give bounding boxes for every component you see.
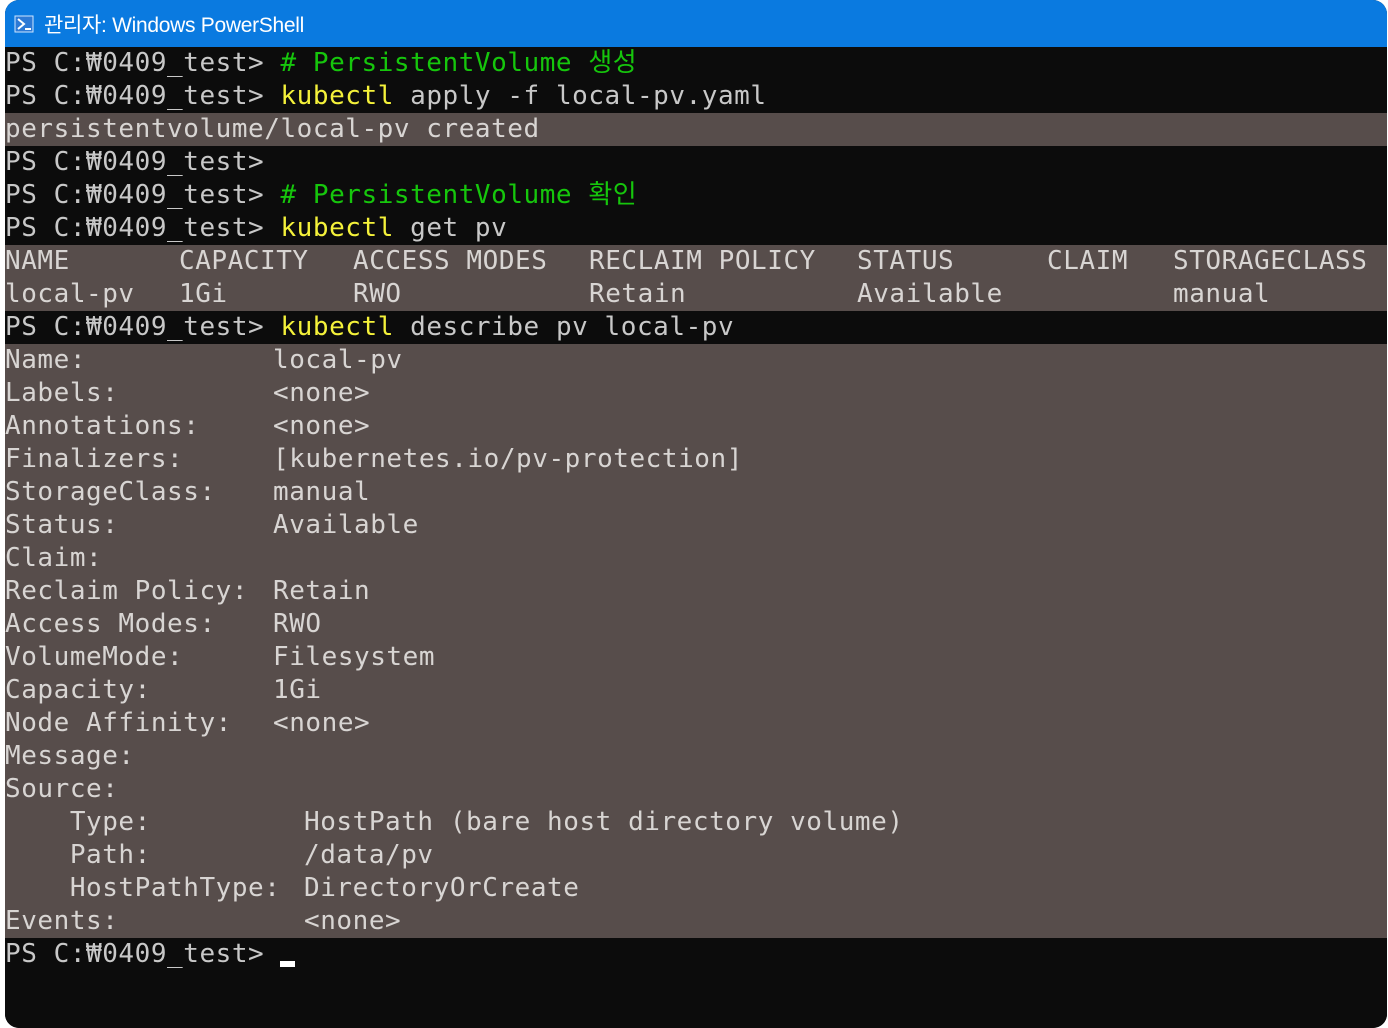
describe-line: Claim:	[5, 542, 1387, 575]
source-line: Path: /data/pv	[5, 839, 1387, 872]
describe-line: Node Affinity: <none>	[5, 707, 1387, 740]
table-header-cell: CAPACITY	[179, 246, 309, 276]
source-value: HostPath (bare host directory volume)	[304, 807, 904, 837]
describe-line: StorageClass: manual	[5, 476, 1387, 509]
table-cell: Available	[857, 279, 1003, 309]
source-key: HostPathType:	[5, 873, 281, 903]
describe-key: StorageClass:	[5, 477, 216, 507]
describe-value: 1Gi	[273, 675, 322, 705]
table-header-cell: STATUS	[857, 246, 955, 276]
describe-line: Message:	[5, 740, 1387, 773]
describe-line: VolumeMode: Filesystem	[5, 641, 1387, 674]
prompt: PS C:₩0409_test>	[5, 180, 281, 210]
describe-key: Reclaim Policy:	[5, 576, 249, 606]
table-cell: local-pv	[5, 279, 135, 309]
describe-value: RWO	[273, 609, 322, 639]
describe-key: Annotations:	[5, 411, 200, 441]
console-line: PS C:₩0409_test> kubectl apply -f local-…	[5, 80, 1387, 113]
events-value: <none>	[304, 906, 402, 936]
describe-key: Name:	[5, 345, 87, 375]
command-args: get pv	[393, 213, 508, 243]
source-line: Type: HostPath (bare host directory volum…	[5, 806, 1387, 839]
describe-line: Capacity: 1Gi	[5, 674, 1387, 707]
table-header-cell: STORAGECLASS	[1173, 246, 1368, 276]
source-value: /data/pv	[304, 840, 434, 870]
describe-value: manual	[273, 477, 371, 507]
describe-value: <none>	[273, 708, 371, 738]
text-cursor	[280, 960, 296, 967]
pv-table-header: NAME CAPACITY ACCESS MODES RECLAIM POLICY ST…	[5, 245, 1387, 278]
table-cell: 1Gi	[179, 279, 228, 309]
prompt: PS C:₩0409_test>	[5, 48, 281, 78]
describe-value: local-pv	[273, 345, 403, 375]
describe-key: VolumeMode:	[5, 642, 184, 672]
events-key: Events:	[5, 906, 119, 936]
describe-key: Labels:	[5, 378, 119, 408]
command-args: apply -f local-pv.yaml	[393, 81, 767, 111]
describe-line: Status: Available	[5, 509, 1387, 542]
command-name: kubectl	[280, 81, 394, 111]
table-row: local-pv 1Gi RWO Retain Available manual	[5, 278, 1387, 311]
active-prompt-line[interactable]: PS C:₩0409_test>	[5, 938, 1387, 971]
describe-key: Node Affinity:	[5, 708, 232, 738]
prompt: PS C:₩0409_test>	[5, 939, 281, 969]
console-line: PS C:₩0409_test> kubectl describe pv loc…	[5, 311, 1387, 344]
describe-key: Message:	[5, 741, 135, 771]
powershell-window: 관리자: Windows PowerShell PS C:₩0409_test>…	[5, 0, 1387, 1028]
describe-line: Annotations: <none>	[5, 410, 1387, 443]
describe-line: Labels: <none>	[5, 377, 1387, 410]
powershell-icon	[14, 14, 34, 34]
command-args: describe pv local-pv	[393, 312, 735, 342]
table-cell: manual	[1173, 279, 1271, 309]
describe-value: <none>	[273, 411, 371, 441]
console-output[interactable]: PS C:₩0409_test> # PersistentVolume 생성 P…	[5, 47, 1387, 1028]
describe-line: Source:	[5, 773, 1387, 806]
describe-key: Source:	[5, 774, 119, 804]
describe-line: Name: local-pv	[5, 344, 1387, 377]
command-name: kubectl	[280, 213, 394, 243]
prompt: PS C:₩0409_test>	[5, 312, 281, 342]
console-line: PS C:₩0409_test> # PersistentVolume 확인	[5, 179, 1387, 212]
describe-value: <none>	[273, 378, 371, 408]
describe-line: Access Modes: RWO	[5, 608, 1387, 641]
comment-text: # PersistentVolume 생성	[280, 48, 638, 78]
table-header-cell: NAME	[5, 246, 70, 276]
prompt: PS C:₩0409_test>	[5, 81, 281, 111]
console-line: PS C:₩0409_test>	[5, 146, 1387, 179]
title-bar[interactable]: 관리자: Windows PowerShell	[5, 0, 1387, 47]
console-line: PS C:₩0409_test> kubectl get pv	[5, 212, 1387, 245]
describe-value: Retain	[273, 576, 371, 606]
source-key: Path:	[5, 840, 151, 870]
source-value: DirectoryOrCreate	[304, 873, 580, 903]
describe-key: Status:	[5, 510, 119, 540]
describe-key: Finalizers:	[5, 444, 184, 474]
describe-value: Available	[273, 510, 419, 540]
events-line: Events: <none>	[5, 905, 1387, 938]
source-key: Type:	[5, 807, 151, 837]
prompt: PS C:₩0409_test>	[5, 147, 281, 177]
describe-value: Filesystem	[273, 642, 436, 672]
table-cell: RWO	[353, 279, 402, 309]
output-line: persistentvolume/local-pv created	[5, 113, 1387, 146]
comment-text: # PersistentVolume 확인	[280, 180, 638, 210]
describe-line: Reclaim Policy: Retain	[5, 575, 1387, 608]
table-header-cell: CLAIM	[1047, 246, 1129, 276]
describe-value: [kubernetes.io/pv-protection]	[273, 444, 743, 474]
describe-key: Capacity:	[5, 675, 151, 705]
describe-key: Access Modes:	[5, 609, 216, 639]
console-line: PS C:₩0409_test> # PersistentVolume 생성	[5, 47, 1387, 80]
prompt: PS C:₩0409_test>	[5, 213, 281, 243]
table-header-cell: RECLAIM POLICY	[589, 246, 816, 276]
source-line: HostPathType: DirectoryOrCreate	[5, 872, 1387, 905]
table-header-cell: ACCESS MODES	[353, 246, 548, 276]
describe-line: Finalizers: [kubernetes.io/pv-protection]	[5, 443, 1387, 476]
window-title: 관리자: Windows PowerShell	[44, 13, 304, 37]
describe-key: Claim:	[5, 543, 103, 573]
table-cell: Retain	[589, 279, 687, 309]
command-name: kubectl	[280, 312, 394, 342]
